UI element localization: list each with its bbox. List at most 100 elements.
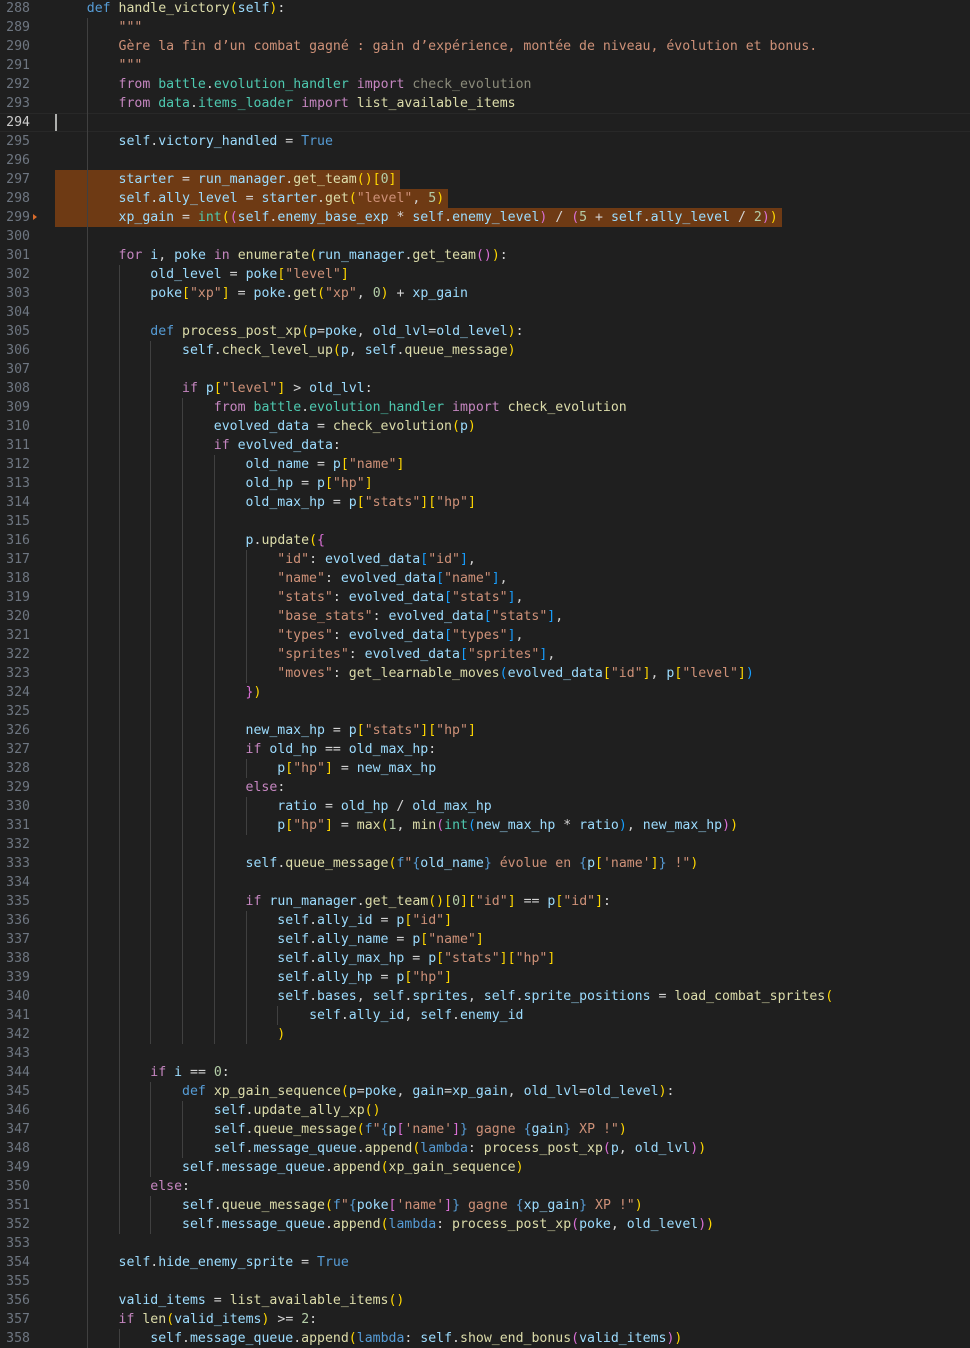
code-line[interactable]: 315 <box>0 512 970 531</box>
code-line[interactable]: 330 ratio = old_hp / old_max_hp <box>0 797 970 816</box>
code-line[interactable]: 339 self.ally_hp = p["hp"] <box>0 968 970 987</box>
indent-guide <box>118 322 120 341</box>
code-line[interactable]: 292 from battle.evolution_handler import … <box>0 75 970 94</box>
code-line[interactable]: 291 """ <box>0 56 970 75</box>
code-line[interactable]: 297 starter = run_manager.get_team()[0] <box>0 170 970 189</box>
code-line[interactable]: 348 self.message_queue.append(lambda: pro… <box>0 1139 970 1158</box>
code-line[interactable]: 312 old_name = p["name"] <box>0 455 970 474</box>
code-token: ) <box>706 1217 715 1232</box>
code-line[interactable]: 320 "base_stats": evolved_data["stats"], <box>0 607 970 626</box>
code-line[interactable]: 328 p["hp"] = new_max_hp <box>0 759 970 778</box>
code-line[interactable]: 327 if old_hp == old_max_hp: <box>0 740 970 759</box>
code-line[interactable]: 343 <box>0 1044 970 1063</box>
indent-guide <box>118 474 120 493</box>
code-line[interactable]: 344 if i == 0: <box>0 1063 970 1082</box>
code-line[interactable]: 337 self.ally_name = p["name"] <box>0 930 970 949</box>
code-line[interactable]: 355 <box>0 1272 970 1291</box>
code-line[interactable]: 294 <box>0 113 970 132</box>
code-line[interactable]: 289 """ <box>0 18 970 37</box>
code-line[interactable]: 342) <box>0 1025 970 1044</box>
code-editor[interactable]: 288 def handle_victory(self): 289 """ 290 Gèr… <box>0 0 970 1348</box>
code-line[interactable]: 322 "sprites": evolved_data["sprites"], <box>0 645 970 664</box>
code-line[interactable]: 334 <box>0 873 970 892</box>
code-line[interactable]: 310 evolved_data = check_evolution(p) <box>0 417 970 436</box>
indent-guide <box>213 721 215 740</box>
code-line[interactable]: 288 def handle_victory(self): <box>0 0 970 18</box>
code-token: "hp" <box>293 818 325 833</box>
code-line[interactable]: 338 self.ally_max_hp = p["stats"]["hp"] <box>0 949 970 968</box>
code-token: get_team <box>412 248 476 263</box>
code-line[interactable]: 306 self.check_level_up(p, self.queue_mes… <box>0 341 970 360</box>
code-token: "sprites" <box>277 647 349 662</box>
code-token: "name" <box>348 457 397 472</box>
code-line[interactable]: 313 old_hp = p["hp"] <box>0 474 970 493</box>
code-token: old_lvl <box>634 1141 691 1156</box>
code-line[interactable]: 317 "id": evolved_data["id"], <box>0 550 970 569</box>
indent-guide <box>86 949 88 968</box>
code-line[interactable]: 319 "stats": evolved_data["stats"], <box>0 588 970 607</box>
code-line[interactable]: 299 xp_gain = int((self.enemy_base_exp * … <box>0 208 970 227</box>
code-line[interactable]: 345 def xp_gain_sequence(p=poke, gain=xp_… <box>0 1082 970 1101</box>
code-line[interactable]: 302 old_level = poke["level"] <box>0 265 970 284</box>
code-line[interactable]: 340 self.bases, self.sprites, self.sprite… <box>0 987 970 1006</box>
code-line[interactable]: 324}) <box>0 683 970 702</box>
code-line[interactable]: 326 new_max_hp = p["stats"]["hp"] <box>0 721 970 740</box>
code-line[interactable]: 296 <box>0 151 970 170</box>
code-token: , <box>356 286 373 301</box>
indent-guide <box>86 18 88 37</box>
code-line[interactable]: 349 self.message_queue.append(xp_gain_seq… <box>0 1158 970 1177</box>
code-line[interactable]: 321 "types": evolved_data["types"], <box>0 626 970 645</box>
indent-guide <box>118 702 120 721</box>
code-line[interactable]: 332 <box>0 835 970 854</box>
code-line[interactable]: 307 <box>0 360 970 379</box>
code-line[interactable]: 303 poke["xp"] = poke.get("xp", 0) + xp_g… <box>0 284 970 303</box>
code-line[interactable]: 358 self.message_queue.append(lambda: sel… <box>0 1329 970 1348</box>
code-line[interactable]: 353 <box>0 1234 970 1253</box>
code-line[interactable]: 341 self.ally_id, self.enemy_id <box>0 1006 970 1025</box>
indent-guide <box>182 683 184 702</box>
code-line[interactable]: 325 <box>0 702 970 721</box>
code-line[interactable]: 308 if p["level"] > old_lvl: <box>0 379 970 398</box>
code-line[interactable]: 333 self.queue_message(f"{old_name} évolu… <box>0 854 970 873</box>
gutter-arrow-icon[interactable] <box>33 214 37 220</box>
indent-guide <box>86 987 88 1006</box>
code-line[interactable]: 314 old_max_hp = p["stats"]["hp"] <box>0 493 970 512</box>
code-line[interactable]: 309 from battle.evolution_handler import … <box>0 398 970 417</box>
indent-guide <box>245 968 247 987</box>
indent-guide <box>150 987 152 1006</box>
code-line[interactable]: 293 from data.items_loader import list_av… <box>0 94 970 113</box>
line-number: 324 <box>6 685 30 700</box>
code-line[interactable]: 295 self.victory_handled = True <box>0 132 970 151</box>
code-text: self.hide_enemy_sprite = True <box>119 1253 349 1272</box>
code-line[interactable]: 354 self.hide_enemy_sprite = True <box>0 1253 970 1272</box>
code-line[interactable]: 346 self.update_ally_xp() <box>0 1101 970 1120</box>
code-line[interactable]: 305 def process_post_xp(p=poke, old_lvl=o… <box>0 322 970 341</box>
code-line[interactable]: 311 if evolved_data: <box>0 436 970 455</box>
code-line[interactable]: 347 self.queue_message(f"{p['name']} gagn… <box>0 1120 970 1139</box>
code-line[interactable]: 356 valid_items = list_available_items() <box>0 1291 970 1310</box>
code-line[interactable]: 331 p["hp"] = max(1, min(int(new_max_hp *… <box>0 816 970 835</box>
code-line[interactable]: 329 else: <box>0 778 970 797</box>
code-token: p <box>332 457 341 472</box>
code-token: ( <box>451 419 460 434</box>
code-line[interactable]: 335 if run_manager.get_team()[0]["id"] ==… <box>0 892 970 911</box>
code-line[interactable]: 323 "moves": get_learnable_moves(evolved_… <box>0 664 970 683</box>
code-line[interactable]: 290 Gère la fin d’un combat gagné : gain … <box>0 37 970 56</box>
code-line[interactable]: 298 self.ally_level = starter.get("level"… <box>0 189 970 208</box>
code-line[interactable]: 304 <box>0 303 970 322</box>
code-token: = <box>309 419 333 434</box>
indent-guide <box>118 1025 120 1044</box>
code-line[interactable]: 357 if len(valid_items) >= 2: <box>0 1310 970 1329</box>
code-line[interactable]: 300 <box>0 227 970 246</box>
code-line[interactable]: 318 "name": evolved_data["name"], <box>0 569 970 588</box>
code-line[interactable]: 336 self.ally_id = p["id"] <box>0 911 970 930</box>
code-line[interactable]: 316 p.update({ <box>0 531 970 550</box>
code-line[interactable]: 352 self.message_queue.append(lambda: pro… <box>0 1215 970 1234</box>
indent-guide <box>86 626 88 645</box>
code-line[interactable]: 301 for i, poke in enumerate(run_manager.… <box>0 246 970 265</box>
code-line[interactable]: 350 else: <box>0 1177 970 1196</box>
indent-guide <box>86 1215 88 1234</box>
code-line[interactable]: 351 self.queue_message(f"{poke['name']} g… <box>0 1196 970 1215</box>
code-text: xp_gain = int((self.enemy_base_exp * sel… <box>119 208 778 227</box>
